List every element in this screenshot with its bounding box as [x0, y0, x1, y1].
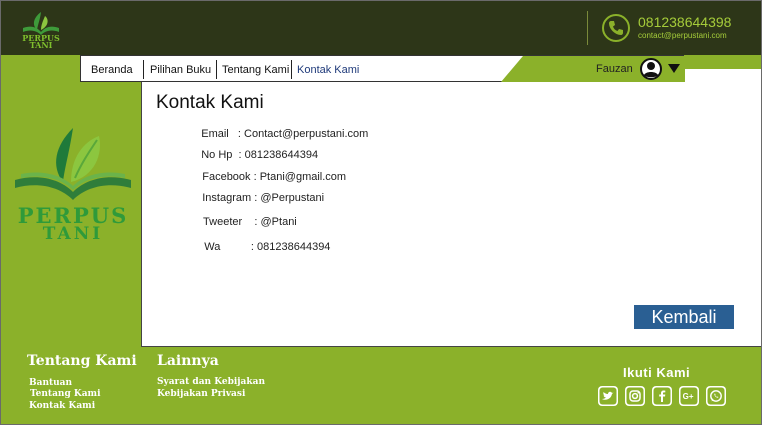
back-button[interactable]: Kembali	[634, 305, 734, 329]
footer-link-privasi[interactable]: Kebijakan Privasi	[157, 389, 245, 399]
page-title: Kontak Kami	[156, 92, 264, 113]
nav-bar: Beranda Pilihan Buku Tentang Kami Kontak…	[80, 55, 685, 82]
header-divider	[587, 11, 588, 45]
footer-more-title: Lainnya	[157, 353, 219, 369]
nav-separator	[143, 60, 144, 79]
twitter-icon[interactable]	[598, 386, 618, 406]
footer-link-kontak-kami[interactable]: Kontak Kami	[29, 401, 95, 411]
nav-item-beranda[interactable]: Beranda	[91, 64, 133, 76]
nav-item-tentang-kami[interactable]: Tentang Kami	[222, 64, 289, 76]
google-plus-icon[interactable]: G+	[679, 386, 699, 406]
footer-link-bantuan[interactable]: Bantuan	[29, 378, 72, 388]
user-avatar-icon[interactable]	[640, 58, 662, 80]
phone-icon	[602, 14, 630, 42]
book-leaf-icon	[15, 128, 131, 200]
header-phone: 081238644398	[638, 14, 732, 30]
facebook-icon[interactable]	[652, 386, 672, 406]
user-name[interactable]: Fauzan	[596, 63, 633, 75]
nav-separator	[291, 60, 292, 79]
footer-about-title: Tentang Kami	[27, 353, 137, 369]
contact-separator: :	[242, 216, 261, 228]
sidebar-logo: PERPUS TANI	[11, 126, 135, 248]
contact-value: @Perpustani	[260, 192, 325, 204]
contact-value: @Ptani	[260, 216, 297, 228]
contact-value: 081238644394	[257, 241, 331, 253]
svg-text:G+: G+	[683, 392, 694, 401]
footer-link-syarat[interactable]: Syarat dan Kebijakan	[157, 377, 265, 387]
header-logo[interactable]: PERPUS TANI	[19, 10, 63, 50]
footer-link-tentang-kami[interactable]: Tentang Kami	[30, 389, 101, 399]
header-email: contact@perpustani.com	[638, 31, 727, 40]
whatsapp-icon[interactable]	[706, 386, 726, 406]
sidebar-logo-tani: TANI	[42, 224, 104, 244]
contact-separator: :	[220, 241, 258, 253]
logo-text-tani: TANI	[29, 40, 53, 50]
top-header: PERPUS TANI 081238644398 contact@perpust…	[1, 1, 761, 55]
contact-row-wa: Wa : 081238644394	[192, 229, 330, 265]
app-window: PERPUS TANI 081238644398 contact@perpust…	[0, 0, 762, 425]
chevron-down-icon[interactable]	[668, 64, 680, 74]
contact-label: Instagram	[202, 192, 252, 204]
nav-item-pilihan-buku[interactable]: Pilihan Buku	[150, 64, 211, 76]
nav-separator	[216, 60, 217, 79]
footer-follow-title: Ikuti Kami	[623, 365, 691, 380]
contact-label: Tweeter	[203, 216, 243, 228]
nav-item-kontak-kami[interactable]: Kontak Kami	[297, 64, 359, 76]
instagram-icon[interactable]	[625, 386, 645, 406]
contact-label: Wa	[204, 241, 221, 253]
contact-separator: :	[251, 192, 261, 204]
